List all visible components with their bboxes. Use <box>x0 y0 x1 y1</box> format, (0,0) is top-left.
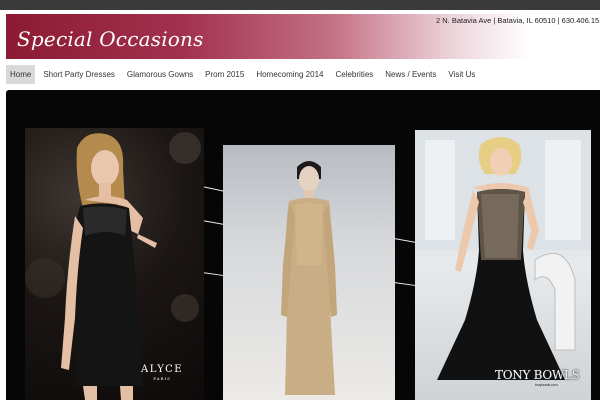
browser-top-bar <box>0 0 600 10</box>
nav-item-homecoming-2014[interactable]: Homecoming 2014 <box>252 65 327 84</box>
model-black-dress-image <box>25 132 201 400</box>
store-address: 2 N. Batavia Ave | Batavia, IL 60510 | 6… <box>436 16 600 25</box>
model-mermaid-gown-image <box>415 130 591 380</box>
nav-item-news-events[interactable]: News / Events <box>381 65 440 84</box>
site-logo[interactable]: Special Occasions <box>17 27 204 51</box>
alyce-paris-logo: ALYCE PARIS <box>141 364 184 381</box>
nav-item-short-party-dresses[interactable]: Short Party Dresses <box>39 65 119 84</box>
nav-item-prom-2015[interactable]: Prom 2015 <box>201 65 248 84</box>
light-streak <box>393 238 416 243</box>
slide-black-dress[interactable]: ALYCE PARIS <box>25 128 204 400</box>
nav-item-home[interactable]: Home <box>6 65 36 84</box>
hero-slideshow[interactable]: ALYCE PARIS TONY BOWLS tonybowls.com <box>6 90 600 400</box>
main-nav: Home Short Party Dresses Glamorous Gowns… <box>6 65 483 84</box>
light-streak <box>201 272 224 277</box>
model-gold-gown-image <box>281 161 337 395</box>
nav-item-glamorous-gowns[interactable]: Glamorous Gowns <box>123 65 197 84</box>
slide-mermaid-gown[interactable]: TONY BOWLS tonybowls.com <box>415 130 591 400</box>
nav-item-visit-us[interactable]: Visit Us <box>444 65 479 84</box>
light-streak <box>393 282 416 287</box>
tony-bowls-logo: TONY BOWLS tonybowls.com <box>495 368 580 387</box>
light-streak <box>201 220 224 225</box>
slide-gold-gown[interactable] <box>223 145 395 400</box>
nav-item-celebrities[interactable]: Celebrities <box>331 65 377 84</box>
light-streak <box>201 186 224 192</box>
